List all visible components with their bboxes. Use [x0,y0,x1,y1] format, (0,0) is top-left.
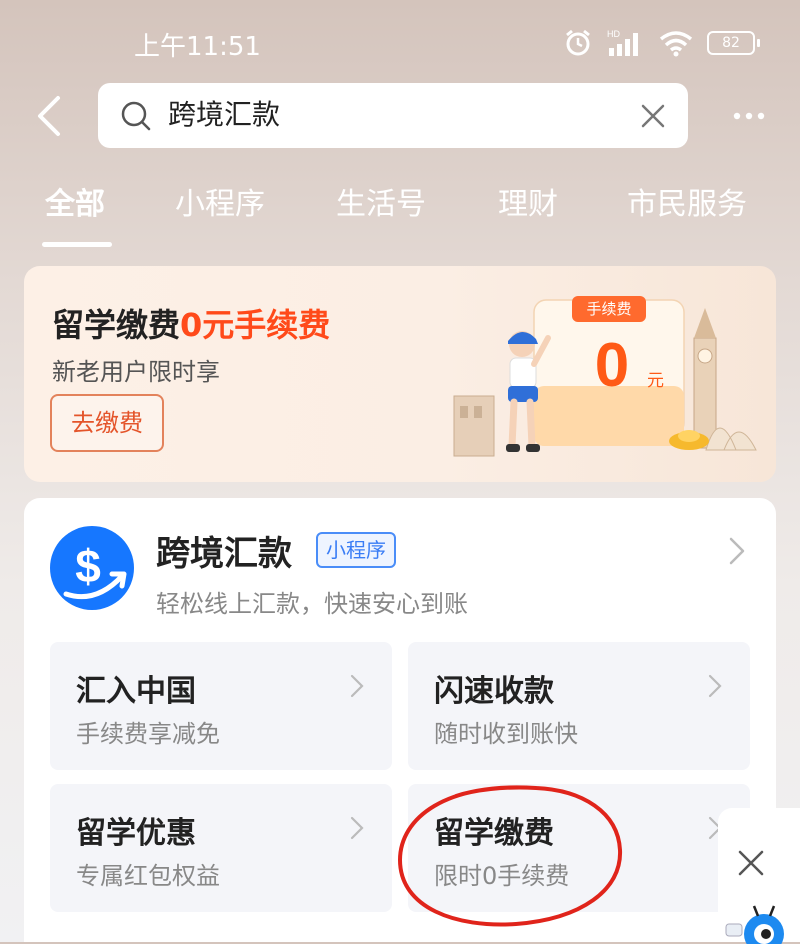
tab-citizen-services[interactable]: 市民服务 [627,180,747,230]
tab-wealth[interactable]: 理财 [498,180,558,230]
banner-subtitle: 新老用户限时享 [52,358,220,386]
fee-amount: 0 [595,331,629,400]
category-tabs: 全部 小程序 生活号 理财 市民服务 [0,180,800,240]
signal-icon: HD [607,29,638,56]
service-title: 汇入中国 [76,674,196,709]
tab-life-accounts[interactable]: 生活号 [336,180,426,230]
service-desc: 随时收到账快 [434,720,578,748]
floating-assistant [718,808,800,944]
signal-hd-label: HD [607,29,620,39]
app-name[interactable]: 跨境汇款 [156,526,292,575]
wifi-icon [659,31,693,57]
search-icon [121,101,151,131]
chevron-left-icon [38,96,60,136]
service-desc: 专属红包权益 [76,862,220,890]
battery-cap [757,39,760,47]
dollar-app-icon[interactable]: $ [48,524,136,612]
alarm-icon [566,29,590,56]
search-input[interactable]: 跨境汇款 [98,83,688,148]
banner-title-highlight: 0元手续费 [180,306,331,344]
banner-illustration: 手续费 0 元 [453,296,757,457]
service-study-abroad-payment[interactable]: 留学缴费 限时0手续费 [408,784,750,912]
back-button[interactable] [30,92,70,140]
app-description: 轻松线上汇款，快速安心到账 [156,590,468,618]
banner-title-prefix: 留学缴费 [52,306,181,344]
service-title: 闪速收款 [434,674,554,709]
service-desc: 手续费享减免 [76,720,220,748]
more-options-icon[interactable] [732,108,766,124]
app-result-card: $ 跨境汇款 小程序 轻松线上汇款，快速安心到账 汇入中国 手续费享减免 闪速收… [24,498,776,942]
status-bar: 上午11:51 HD 82 [0,0,800,90]
clear-icon[interactable] [640,103,666,129]
illustration-building [453,395,495,457]
tab-mini-programs[interactable]: 小程序 [175,180,265,230]
mini-program-tag: 小程序 [316,532,396,568]
close-icon[interactable] [736,848,766,878]
pay-now-button[interactable]: 去缴费 [50,394,164,452]
battery-level: 82 [707,31,755,55]
chevron-right-icon [708,674,722,698]
svg-text:$: $ [75,540,101,592]
chevron-right-icon[interactable] [728,536,746,566]
service-remit-to-china[interactable]: 汇入中国 手续费享减免 [50,642,392,770]
fee-unit: 元 [647,371,664,391]
chevron-right-icon [350,674,364,698]
tab-all[interactable]: 全部 [45,180,105,230]
battery-indicator: 82 [707,31,760,55]
mascot-icon[interactable] [724,900,790,944]
service-study-abroad-offers[interactable]: 留学优惠 专属红包权益 [50,784,392,912]
service-title: 留学优惠 [76,816,196,851]
chevron-right-icon [350,816,364,840]
service-flash-receive[interactable]: 闪速收款 随时收到账快 [408,642,750,770]
search-query: 跨境汇款 [168,98,281,131]
service-title: 留学缴费 [434,816,554,851]
status-icons: HD 82 [563,28,760,58]
status-time: 上午11:51 [134,32,261,62]
service-desc: 限时0手续费 [434,862,570,890]
active-tab-indicator [42,242,112,247]
banner-title: 留学缴费0元手续费 [52,300,330,346]
fee-badge-label: 手续费 [586,300,631,318]
promo-banner[interactable]: 留学缴费0元手续费 新老用户限时享 去缴费 手续费 0 元 [24,266,776,482]
